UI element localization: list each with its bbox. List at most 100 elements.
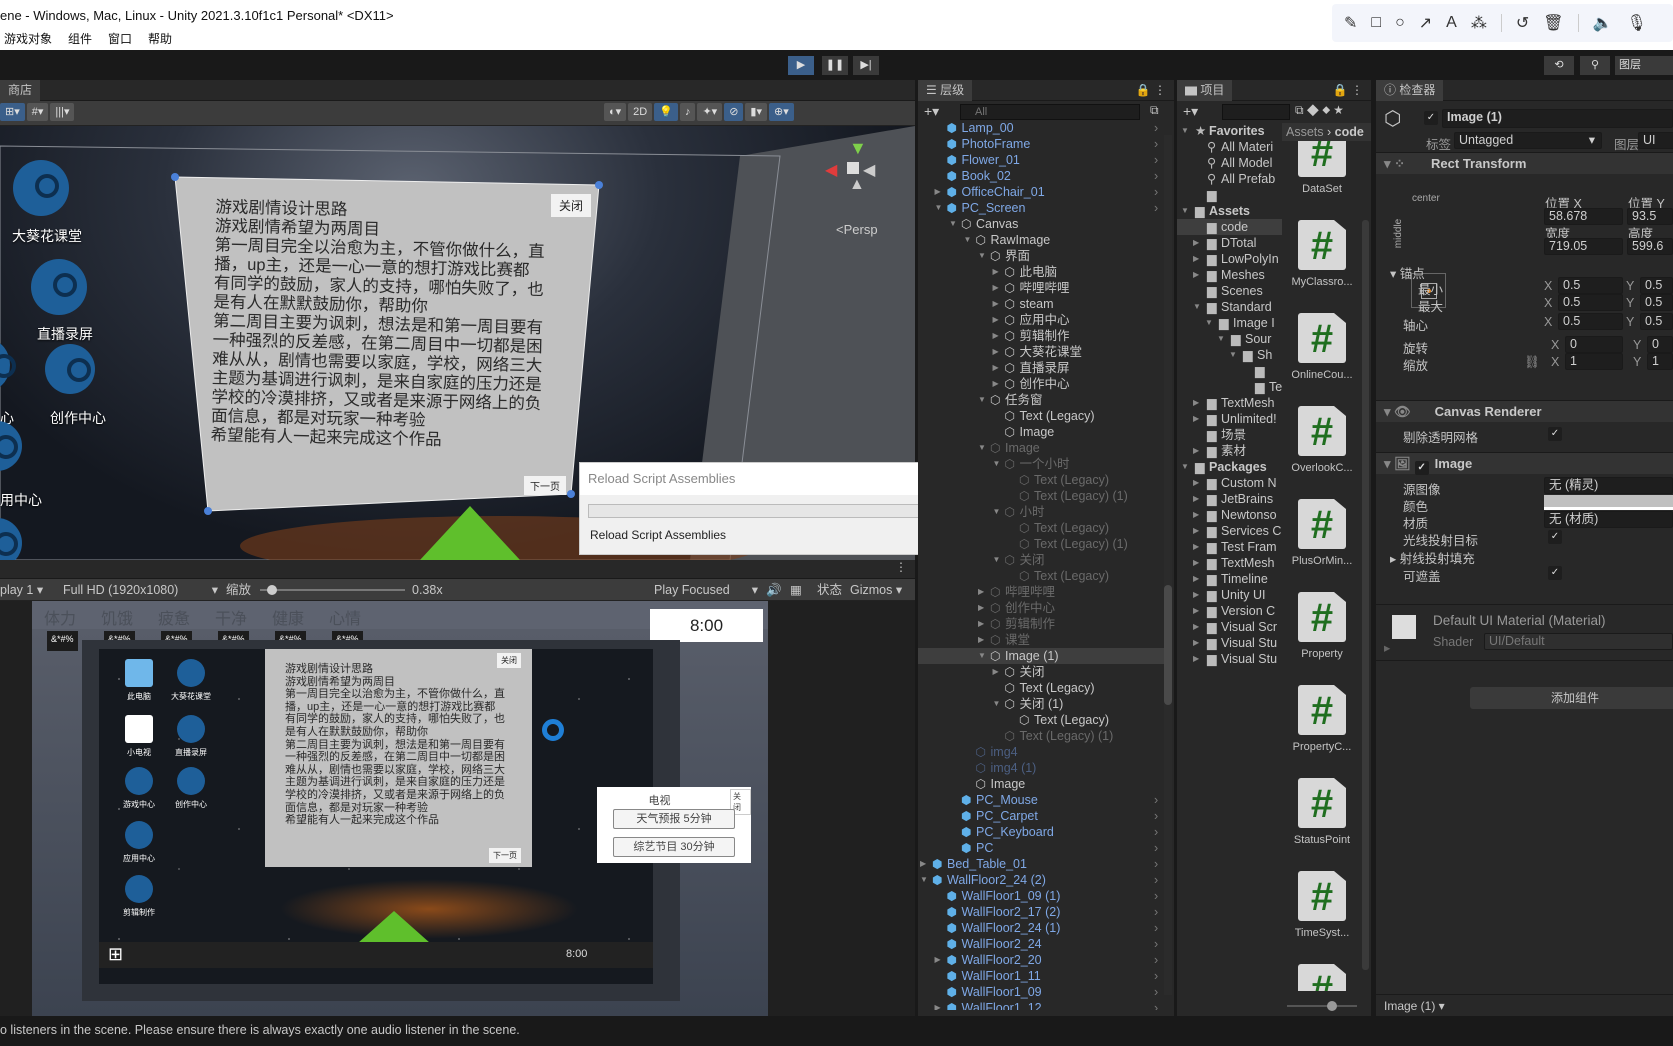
script-name[interactable]: MyClassro... <box>1282 276 1362 288</box>
prefab-open-arrow-icon[interactable]: › <box>1154 1000 1158 1010</box>
visibility-icon[interactable]: ⊘ <box>724 103 744 121</box>
hierarchy-item[interactable]: ⬡ Text (Legacy) <box>918 408 1158 424</box>
expand-arrow-closed-icon[interactable]: ▶ <box>993 296 1003 312</box>
hierarchy-item[interactable]: ▶ ⬢ OfficeChair_01 › <box>918 184 1159 200</box>
trash-icon[interactable]: 🗑 <box>1543 13 1563 33</box>
steam-icon[interactable] <box>125 875 153 903</box>
project-tree-item[interactable]: ▆ Te <box>1177 379 1282 395</box>
hierarchy-item[interactable]: ⬢ PC_Mouse › <box>918 792 1158 808</box>
project-tree-item[interactable]: ▆ code <box>1177 219 1282 235</box>
csharp-script-icon[interactable]: # <box>1298 592 1346 642</box>
expand-arrow-closed-icon[interactable]: ▶ <box>1193 235 1199 251</box>
prefab-open-arrow-icon[interactable]: › <box>1154 936 1158 952</box>
prefab-open-arrow-icon[interactable]: › <box>1154 968 1158 984</box>
project-tree-item[interactable]: ▶ ▆ LowPolyIn <box>1177 251 1282 267</box>
prefab-open-arrow-icon[interactable]: › <box>1154 120 1158 136</box>
hierarchy-item[interactable]: ⬡ Text (Legacy) <box>918 472 1158 488</box>
computer-icon[interactable] <box>125 659 153 687</box>
expand-arrow-closed-icon[interactable]: ▶ <box>1193 539 1199 555</box>
tag-dropdown[interactable]: Untagged ▾ <box>1454 132 1602 149</box>
prefab-open-arrow-icon[interactable]: › <box>1154 904 1158 920</box>
hierarchy-item[interactable]: ⬡ Text (Legacy) <box>918 712 1158 728</box>
project-tree-item[interactable]: ▼ ▆ Sour <box>1177 331 1282 347</box>
hierarchy-item[interactable]: ▼ ⬡ 界面 <box>918 248 1158 264</box>
expand-arrow-closed-icon[interactable]: ▶ <box>1193 603 1199 619</box>
project-tree-item[interactable]: ▶ ▆ Custom N <box>1177 475 1282 491</box>
game-view[interactable]: 体力 &*#% 饥饿 &*#% 疲惫 &*#% 干净 &*#% 健康 &*#% 心情 &*#% 8:0… <box>0 601 915 1016</box>
project-search-input[interactable] <box>1222 104 1290 120</box>
constrain-proportions-icon[interactable]: ⛓ <box>1524 355 1540 370</box>
csharp-script-icon[interactable]: # <box>1298 499 1346 549</box>
expand-arrow-closed-icon[interactable]: ▶ <box>993 264 1003 280</box>
expand-arrow-closed-icon[interactable]: ▶ <box>935 184 945 200</box>
mute-audio-icon[interactable]: 🔊 <box>766 579 782 601</box>
expand-arrow-open-icon[interactable]: ▼ <box>1181 459 1189 475</box>
prefab-open-arrow-icon[interactable]: › <box>1154 792 1158 808</box>
script-name[interactable]: DataSet <box>1282 183 1362 195</box>
expand-arrow-closed-icon[interactable]: ▶ <box>1193 267 1199 283</box>
menu-help[interactable]: 帮助 <box>148 32 172 46</box>
hierarchy-item[interactable]: ▶ ⬡ 剪辑制作 <box>918 616 1158 632</box>
hierarchy-item[interactable]: ⬢ Lamp_00 › <box>918 120 1159 136</box>
expand-arrow-closed-icon[interactable]: ▶ <box>935 952 945 968</box>
stats-grid-icon[interactable]: ▦ <box>790 579 802 601</box>
hierarchy-item[interactable]: ▶ ⬢ WallFloor2_20 › <box>918 952 1159 968</box>
play-mode-dropdown[interactable]: Play Focused ▾ <box>654 579 758 601</box>
lock-icon[interactable]: 🔒 ⋮ <box>1333 83 1363 97</box>
rect-handle[interactable] <box>204 507 212 515</box>
scale-slider[interactable] <box>260 585 405 595</box>
expand-arrow-closed-icon[interactable]: ▶ <box>1193 635 1199 651</box>
prefab-open-arrow-icon[interactable]: › <box>1154 136 1158 152</box>
step-button[interactable]: ▶| <box>853 56 879 75</box>
bilibili-tv-icon[interactable] <box>125 715 153 743</box>
layers-dropdown[interactable]: 图层 <box>1615 56 1673 75</box>
hierarchy-item[interactable]: ⬢ PC_Keyboard › <box>918 824 1158 840</box>
project-tree-item[interactable]: ⚲ All Materi <box>1177 139 1282 155</box>
hierarchy-item[interactable]: ▶ ⬡ 创作中心 <box>918 600 1158 616</box>
camera-icon[interactable]: ▮▾ <box>745 103 767 121</box>
expand-arrow-closed-icon[interactable]: ▶ <box>935 1000 945 1010</box>
csharp-script-icon[interactable]: # <box>1298 406 1346 456</box>
expand-arrow-open-icon[interactable]: ▼ <box>978 648 988 664</box>
project-tree-item[interactable]: ▶ ▆ Timeline <box>1177 571 1282 587</box>
script-name[interactable]: OverlookC... <box>1282 462 1362 474</box>
hierarchy-item[interactable]: ▶ ⬡ 创作中心 <box>918 376 1158 392</box>
hierarchy-item[interactable]: ⬢ WallFloor2_24 › <box>918 936 1159 952</box>
project-tree-item[interactable]: ▆ <box>1177 363 1282 379</box>
max-x-field[interactable]: 0.5 <box>1558 294 1623 311</box>
rectangle-icon[interactable]: □ <box>1371 14 1381 32</box>
menu-gameobject[interactable]: 游戏对象 <box>4 32 52 46</box>
steam-icon[interactable] <box>177 659 205 687</box>
csharp-script-icon[interactable]: # <box>1298 685 1346 735</box>
slider-handle[interactable] <box>1327 1001 1337 1011</box>
add-component-button[interactable]: 添加组件 <box>1470 687 1673 709</box>
pencil-icon[interactable]: ✎ <box>1344 13 1357 33</box>
hierarchy-item[interactable]: ⬢ PC › <box>918 840 1158 856</box>
hierarchy-item[interactable]: ▼ ⬡ Canvas <box>918 216 1158 232</box>
hierarchy-item[interactable]: ▶ ⬡ 应用中心 <box>918 312 1158 328</box>
prefab-open-arrow-icon[interactable]: › <box>1154 840 1158 856</box>
hierarchy-item[interactable]: ⬡ Text (Legacy) <box>918 680 1158 696</box>
tab-hierarchy[interactable]: ☰ 层级 <box>918 80 973 101</box>
shader-dropdown[interactable]: UI/Default <box>1484 633 1673 650</box>
stats-button[interactable]: 状态 <box>817 579 842 601</box>
microphone-icon[interactable]: 🎙 <box>1626 13 1646 33</box>
project-tree-item[interactable]: ⚲ All Prefab <box>1177 171 1282 187</box>
expand-arrow-closed-icon[interactable]: ▶ <box>1193 411 1199 427</box>
hierarchy-item[interactable]: ⬡ Image <box>918 424 1158 440</box>
hierarchy-item[interactable]: ⬢ PhotoFrame › <box>918 136 1159 152</box>
hierarchy-item[interactable]: ⬢ PC_Carpet › <box>918 808 1158 824</box>
expand-arrow-open-icon[interactable]: ▼ <box>993 552 1003 568</box>
hierarchy-item[interactable]: ▼ ⬡ 关闭 (1) <box>918 696 1158 712</box>
scene-visibility-icon[interactable]: ⧉ <box>1150 103 1159 118</box>
tab-inspector[interactable]: ⓘ 检查器 <box>1376 80 1444 101</box>
hierarchy-item[interactable]: ▶ ⬡ steam <box>918 296 1158 312</box>
canvas-renderer-header[interactable]: ▾ 👁 Canvas Renderer <box>1376 400 1673 422</box>
prefab-open-arrow-icon[interactable]: › <box>1154 952 1158 968</box>
gizmo-center[interactable] <box>847 162 859 174</box>
expand-arrow-closed-icon[interactable]: ▶ <box>1193 587 1199 603</box>
y-axis-cone[interactable]: ▼ <box>849 138 867 159</box>
expand-arrow-closed-icon[interactable]: ▶ <box>1193 523 1199 539</box>
expand-arrow-open-icon[interactable]: ▼ <box>1205 315 1213 331</box>
prefab-open-arrow-icon[interactable]: › <box>1154 824 1158 840</box>
